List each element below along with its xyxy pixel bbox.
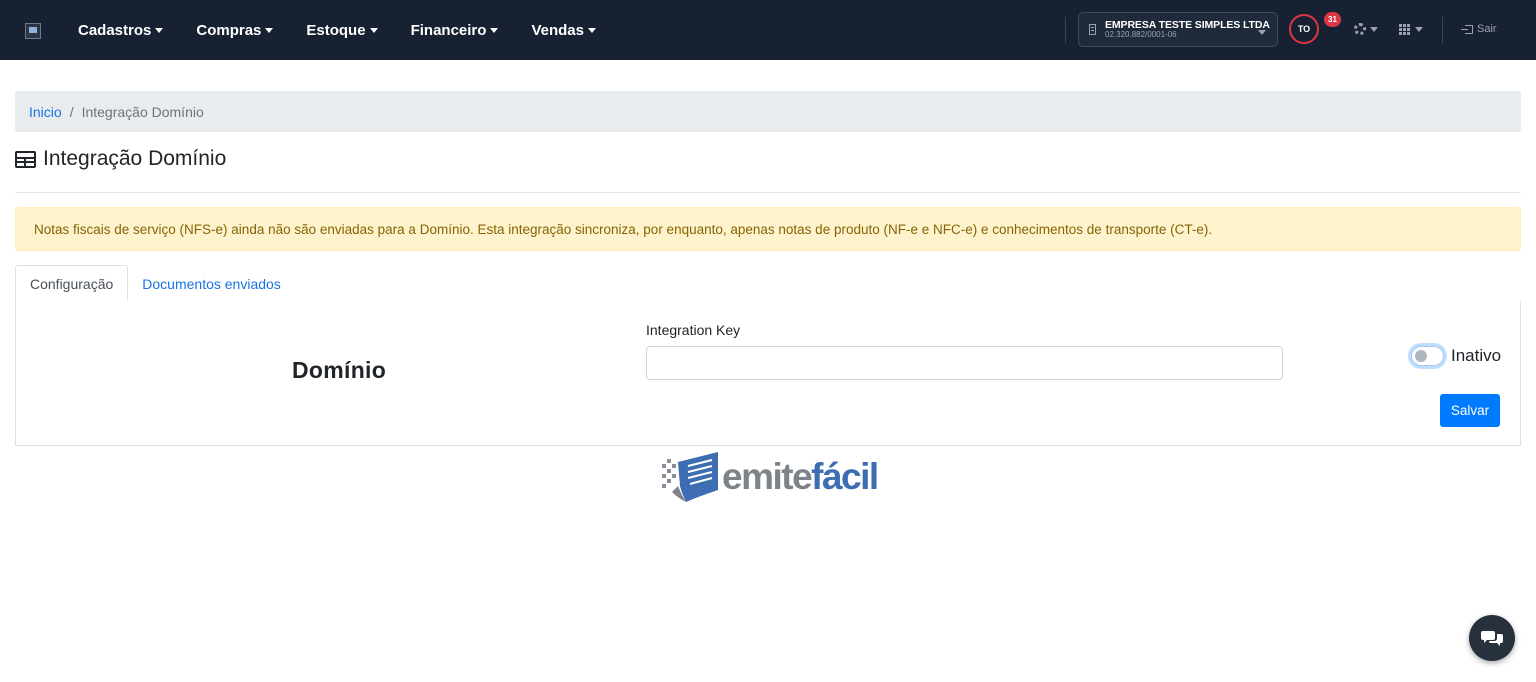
breadcrumb-home[interactable]: Inicio [29, 104, 62, 120]
toggle-knob [1415, 350, 1427, 362]
company-name: EMPRESA TESTE SIMPLES LTDA [1105, 18, 1270, 31]
nav-divider [1065, 17, 1066, 43]
caret-down-icon [1258, 30, 1266, 35]
menu-vendas[interactable]: Vendas [531, 22, 596, 39]
page-title-text: Integração Domínio [43, 147, 227, 170]
chat-button[interactable] [1469, 615, 1515, 661]
integration-key-input[interactable] [646, 346, 1283, 380]
tab-bar: Configuração Documentos enviados [15, 265, 1521, 302]
menu-cadastros[interactable]: Cadastros [78, 21, 164, 39]
integration-card: Domínio Integration Key Inativo Salvar [15, 301, 1521, 446]
apps-menu[interactable] [1399, 24, 1423, 35]
integration-name: Domínio [292, 357, 387, 383]
warning-alert: Notas fiscais de serviço (NFS-e) ainda n… [15, 207, 1521, 251]
save-button[interactable]: Salvar [1440, 394, 1500, 427]
menu-compras-label: Compras [196, 21, 262, 39]
integration-key-label: Integration Key [646, 322, 741, 338]
warning-alert-text: Notas fiscais de serviço (NFS-e) ainda n… [34, 221, 1213, 237]
caret-down-icon [265, 28, 274, 33]
footer-logo-part1: emite [722, 456, 813, 497]
company-cnpj: 02.320.882/0001-06 [1105, 30, 1177, 40]
footer-logo: emitefácil [660, 452, 879, 502]
user-avatar[interactable]: TO [1289, 14, 1319, 44]
settings-menu[interactable] [1354, 23, 1378, 35]
menu-compras[interactable]: Compras [196, 21, 274, 39]
table-icon [15, 150, 36, 168]
status-toggle[interactable] [1411, 346, 1444, 366]
tab-documentos-enviados[interactable]: Documentos enviados [128, 265, 295, 302]
footer-logo-part2: fácil [811, 456, 879, 497]
caret-down-icon [155, 28, 164, 33]
menu-vendas-label: Vendas [531, 21, 584, 39]
menu-estoque-label: Estoque [306, 21, 366, 39]
logout-link[interactable]: Sair [1461, 23, 1497, 35]
sign-out-icon [1461, 24, 1473, 34]
breadcrumb-current: Integração Domínio [81, 103, 204, 120]
chat-bubbles-icon [1481, 631, 1503, 646]
menu-financeiro-label: Financeiro [410, 21, 487, 39]
main-menu: Cadastros Compras Estoque Financeiro Ven… [78, 0, 629, 60]
gear-icon [1354, 23, 1366, 35]
caret-down-icon [1370, 27, 1378, 32]
notification-badge[interactable]: 31 [1324, 12, 1341, 27]
nav-divider [1442, 17, 1443, 43]
tab-configuracao[interactable]: Configuração [15, 265, 129, 302]
menu-financeiro[interactable]: Financeiro [411, 22, 499, 39]
building-icon [1089, 24, 1096, 35]
breadcrumb-separator: / [69, 103, 74, 120]
caret-down-icon [1415, 27, 1423, 32]
top-navbar: Cadastros Compras Estoque Financeiro Ven… [0, 0, 1536, 60]
page-title: Integração Domínio [15, 147, 226, 171]
caret-down-icon [490, 28, 499, 33]
menu-cadastros-label: Cadastros [78, 21, 152, 39]
caret-down-icon [369, 28, 378, 33]
apps-grid-icon [1399, 24, 1411, 35]
caret-down-icon [587, 28, 596, 33]
title-divider [15, 192, 1521, 193]
document-logo-icon [662, 452, 718, 502]
company-info: EMPRESA TESTE SIMPLES LTDA 02.320.882/00… [1105, 20, 1270, 40]
status-toggle-label: Inativo [1451, 346, 1502, 365]
company-selector[interactable]: EMPRESA TESTE SIMPLES LTDA 02.320.882/00… [1078, 12, 1278, 47]
brand-logo-icon[interactable] [25, 23, 41, 39]
breadcrumb: Inicio / Integração Domínio [15, 91, 1521, 132]
logout-label: Sair [1477, 23, 1497, 35]
menu-estoque[interactable]: Estoque [306, 21, 378, 39]
footer-logo-text: emitefácil [722, 456, 879, 498]
